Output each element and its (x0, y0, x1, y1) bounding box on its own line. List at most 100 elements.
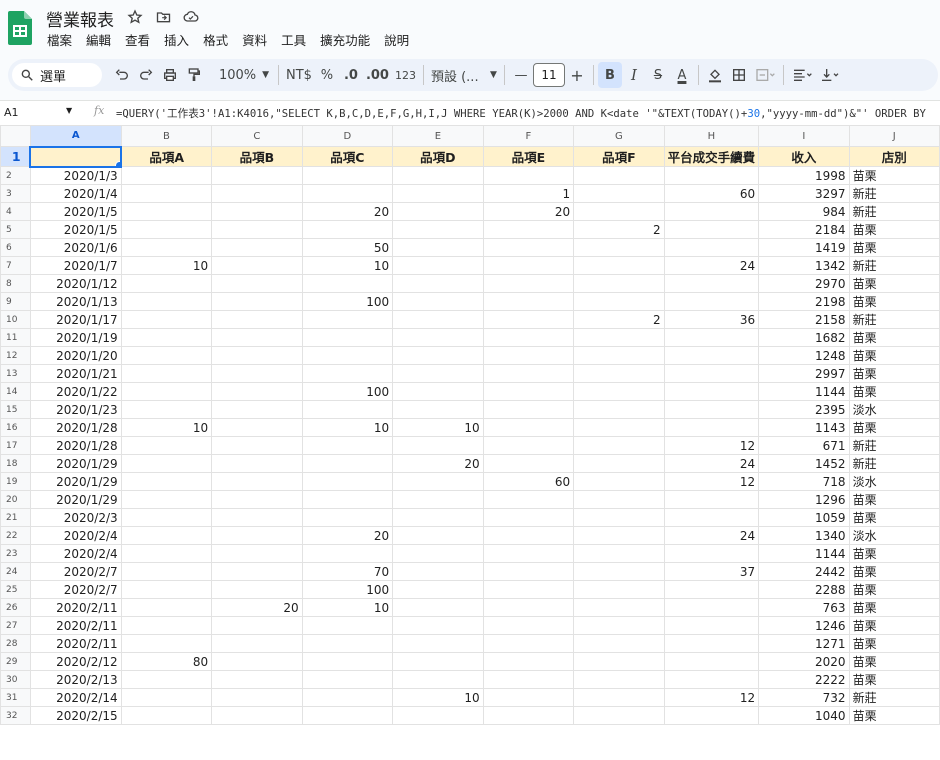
value-cell[interactable]: 1144 (758, 382, 850, 401)
value-cell[interactable] (120, 346, 213, 365)
store-cell[interactable]: 苗栗 (848, 598, 940, 617)
value-cell[interactable] (120, 508, 213, 527)
value-cell[interactable]: 763 (758, 598, 850, 617)
row-header[interactable]: 4 (0, 202, 31, 221)
value-cell[interactable] (482, 688, 575, 707)
store-cell[interactable]: 苗栗 (848, 634, 940, 653)
column-header-b[interactable]: B (120, 125, 213, 147)
value-cell[interactable] (392, 598, 484, 617)
value-cell[interactable] (120, 706, 213, 725)
column-header-j[interactable]: J (848, 125, 940, 147)
value-cell[interactable] (120, 670, 213, 689)
menu-extensions[interactable]: 擴充功能 (313, 32, 377, 50)
fill-handle[interactable] (115, 160, 120, 165)
value-cell[interactable] (120, 526, 213, 545)
strikethrough-button[interactable]: S (646, 62, 670, 88)
store-cell[interactable]: 苗栗 (848, 652, 940, 671)
row-header[interactable]: 21 (0, 508, 31, 527)
date-cell[interactable]: 2020/1/28 (29, 418, 122, 437)
header-cell[interactable]: 品項A (120, 146, 213, 167)
sheets-logo-icon[interactable] (8, 11, 32, 45)
store-cell[interactable]: 苗栗 (848, 562, 940, 581)
store-cell[interactable]: 苗栗 (848, 382, 940, 401)
store-cell[interactable]: 新莊 (848, 310, 940, 329)
print-icon[interactable] (158, 62, 182, 88)
row-header[interactable]: 25 (0, 580, 31, 599)
value-cell[interactable] (482, 346, 575, 365)
row-header[interactable]: 32 (0, 706, 31, 725)
value-cell[interactable]: 2 (573, 310, 665, 329)
value-cell[interactable] (120, 616, 213, 635)
font-size-input[interactable]: 11 (532, 63, 565, 87)
store-cell[interactable]: 苗栗 (848, 346, 940, 365)
value-cell[interactable] (211, 634, 303, 653)
header-cell[interactable]: 品項D (392, 146, 484, 167)
value-cell[interactable]: 2198 (758, 292, 850, 311)
row-header[interactable]: 2 (0, 166, 31, 185)
document-title[interactable]: 營業報表 (46, 6, 114, 31)
row-header[interactable]: 24 (0, 562, 31, 581)
value-cell[interactable]: 10 (301, 418, 394, 437)
value-cell[interactable] (663, 400, 760, 419)
value-cell[interactable] (663, 220, 760, 239)
store-cell[interactable]: 苗栗 (848, 616, 940, 635)
value-cell[interactable]: 1144 (758, 544, 850, 563)
date-cell[interactable]: 2020/2/11 (29, 616, 122, 635)
header-cell[interactable]: 店別 (848, 146, 940, 167)
date-cell[interactable]: 2020/1/19 (29, 328, 122, 347)
value-cell[interactable]: 2020 (758, 652, 850, 671)
store-cell[interactable]: 苗栗 (848, 292, 940, 311)
value-cell[interactable]: 70 (301, 562, 394, 581)
value-cell[interactable] (663, 616, 760, 635)
value-cell[interactable] (301, 364, 394, 383)
store-cell[interactable]: 新莊 (848, 436, 940, 455)
value-cell[interactable]: 20 (301, 202, 394, 221)
value-cell[interactable] (392, 166, 484, 185)
value-cell[interactable]: 984 (758, 202, 850, 221)
cloud-status-icon[interactable] (182, 8, 200, 26)
value-cell[interactable] (120, 580, 213, 599)
value-cell[interactable] (392, 238, 484, 257)
row-header[interactable]: 6 (0, 238, 31, 257)
name-box[interactable]: A1 ▼ (4, 106, 74, 119)
value-cell[interactable] (392, 634, 484, 653)
date-cell[interactable]: 2020/2/13 (29, 670, 122, 689)
value-cell[interactable] (392, 670, 484, 689)
text-color-button[interactable]: A (670, 62, 694, 88)
value-cell[interactable] (120, 598, 213, 617)
value-cell[interactable] (392, 310, 484, 329)
value-cell[interactable]: 10 (120, 256, 213, 275)
value-cell[interactable] (211, 706, 303, 725)
date-cell[interactable]: 2020/2/7 (29, 580, 122, 599)
value-cell[interactable]: 10 (392, 688, 484, 707)
value-cell[interactable]: 24 (663, 256, 760, 275)
value-cell[interactable] (120, 220, 213, 239)
value-cell[interactable] (301, 688, 394, 707)
value-cell[interactable] (211, 544, 303, 563)
value-cell[interactable] (211, 652, 303, 671)
value-cell[interactable] (120, 634, 213, 653)
value-cell[interactable] (120, 562, 213, 581)
value-cell[interactable]: 10 (120, 418, 213, 437)
value-cell[interactable]: 100 (301, 292, 394, 311)
value-cell[interactable] (392, 490, 484, 509)
value-cell[interactable]: 1246 (758, 616, 850, 635)
value-cell[interactable] (573, 688, 665, 707)
value-cell[interactable] (482, 508, 575, 527)
store-cell[interactable]: 新莊 (848, 454, 940, 473)
value-cell[interactable] (120, 292, 213, 311)
value-cell[interactable] (392, 184, 484, 203)
value-cell[interactable] (211, 220, 303, 239)
value-cell[interactable]: 2395 (758, 400, 850, 419)
store-cell[interactable]: 苗栗 (848, 364, 940, 383)
value-cell[interactable]: 2158 (758, 310, 850, 329)
value-cell[interactable] (301, 400, 394, 419)
value-cell[interactable]: 1340 (758, 526, 850, 545)
column-header-f[interactable]: F (482, 125, 575, 147)
value-cell[interactable]: 671 (758, 436, 850, 455)
value-cell[interactable] (482, 166, 575, 185)
star-icon[interactable] (126, 8, 144, 26)
row-header[interactable]: 29 (0, 652, 31, 671)
value-cell[interactable] (392, 472, 484, 491)
store-cell[interactable]: 苗栗 (848, 220, 940, 239)
